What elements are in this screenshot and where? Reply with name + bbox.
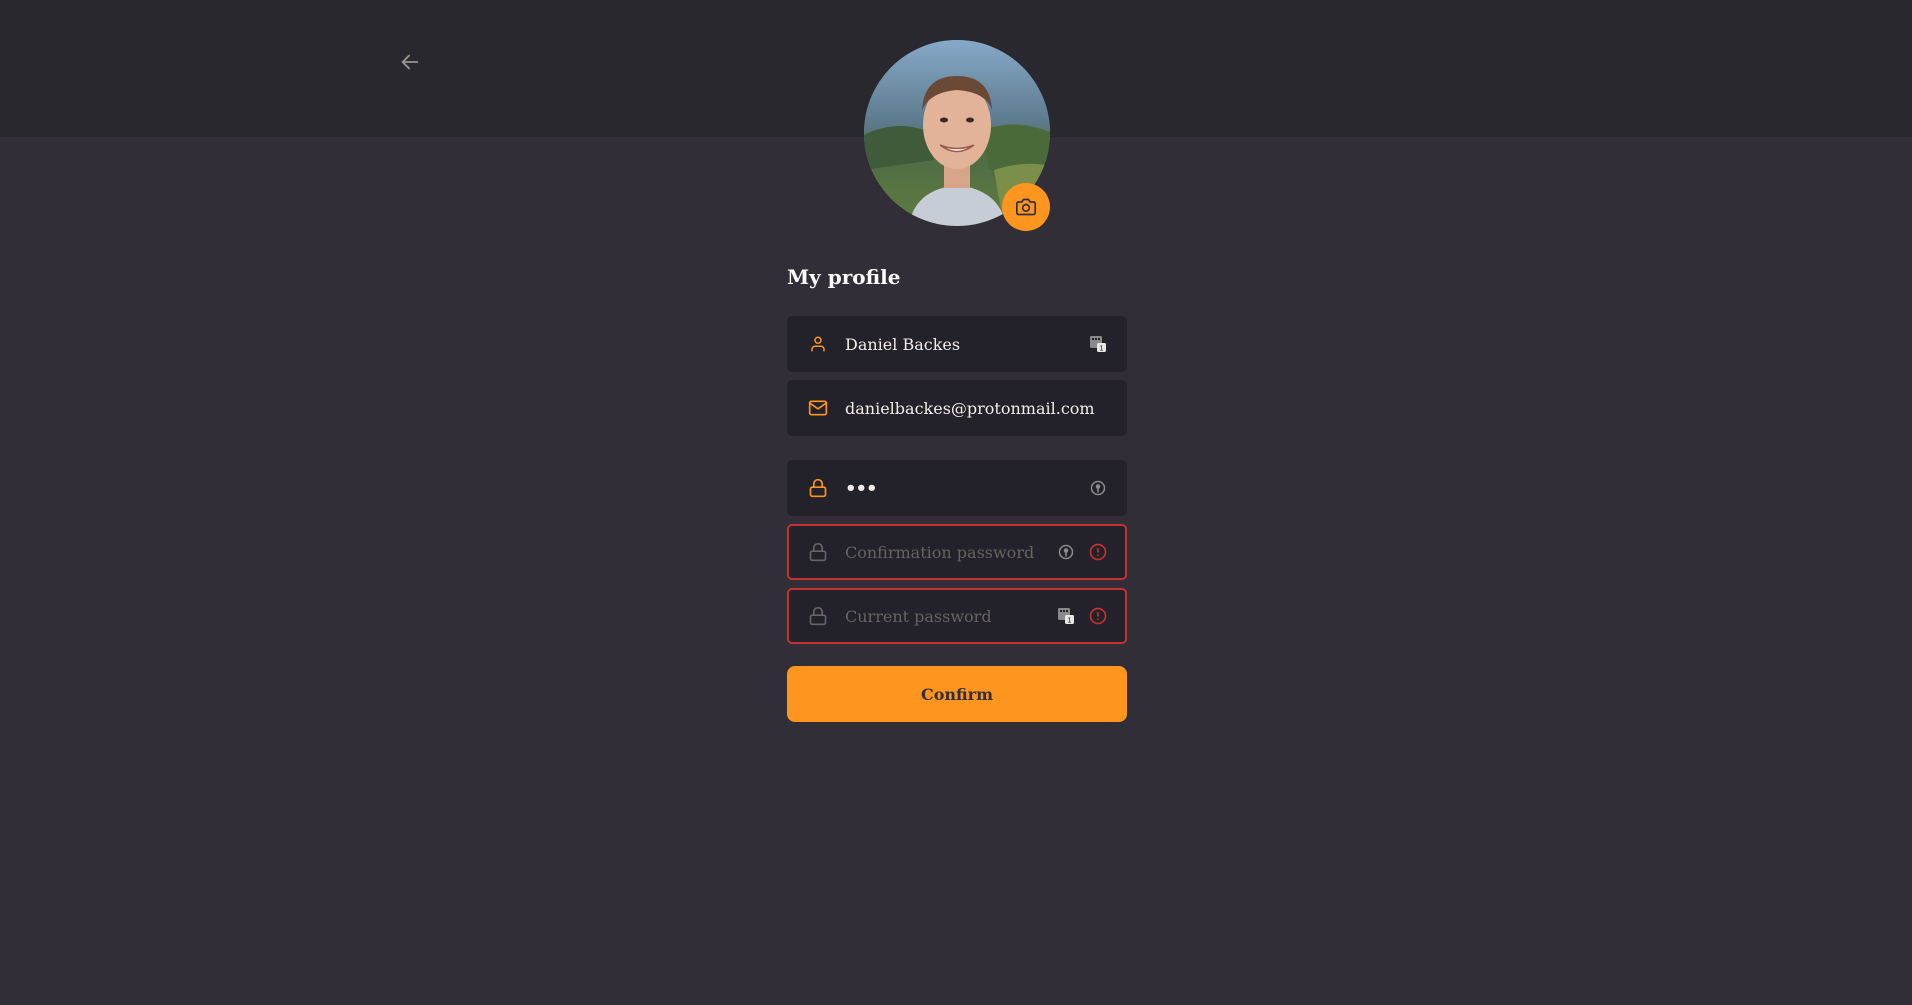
key-badge-icon[interactable] [1055, 541, 1077, 563]
profile-form: My profile 1 [787, 262, 1127, 722]
current-password-input[interactable] [845, 606, 1045, 626]
alert-circle-icon [1087, 541, 1109, 563]
key-badge-icon[interactable] [1087, 477, 1109, 499]
page-title: My profile [787, 265, 901, 289]
avatar-container [864, 40, 1050, 231]
svg-text:1: 1 [1099, 345, 1103, 353]
lock-icon [807, 605, 829, 627]
user-icon [807, 333, 829, 355]
camera-icon [1016, 198, 1036, 216]
lock-icon [807, 541, 829, 563]
change-avatar-button[interactable] [1002, 183, 1050, 231]
confirm-button[interactable]: Confirm [787, 666, 1127, 722]
email-field [787, 380, 1127, 436]
new-password-input[interactable] [845, 477, 1077, 499]
new-password-field [787, 460, 1127, 516]
keypad-badge-icon[interactable]: 1 [1087, 333, 1109, 355]
back-button[interactable] [394, 46, 426, 78]
name-field: 1 [787, 316, 1127, 372]
keypad-badge-icon[interactable]: 1 [1055, 605, 1077, 627]
name-input[interactable] [845, 334, 1077, 354]
alert-circle-icon [1087, 605, 1109, 627]
arrow-left-icon [401, 54, 419, 70]
email-input[interactable] [845, 398, 1109, 418]
confirmation-password-field [787, 524, 1127, 580]
current-password-field: 1 [787, 588, 1127, 644]
mail-icon [807, 397, 829, 419]
confirmation-password-input[interactable] [845, 542, 1045, 562]
svg-text:1: 1 [1067, 617, 1071, 625]
lock-icon [807, 477, 829, 499]
